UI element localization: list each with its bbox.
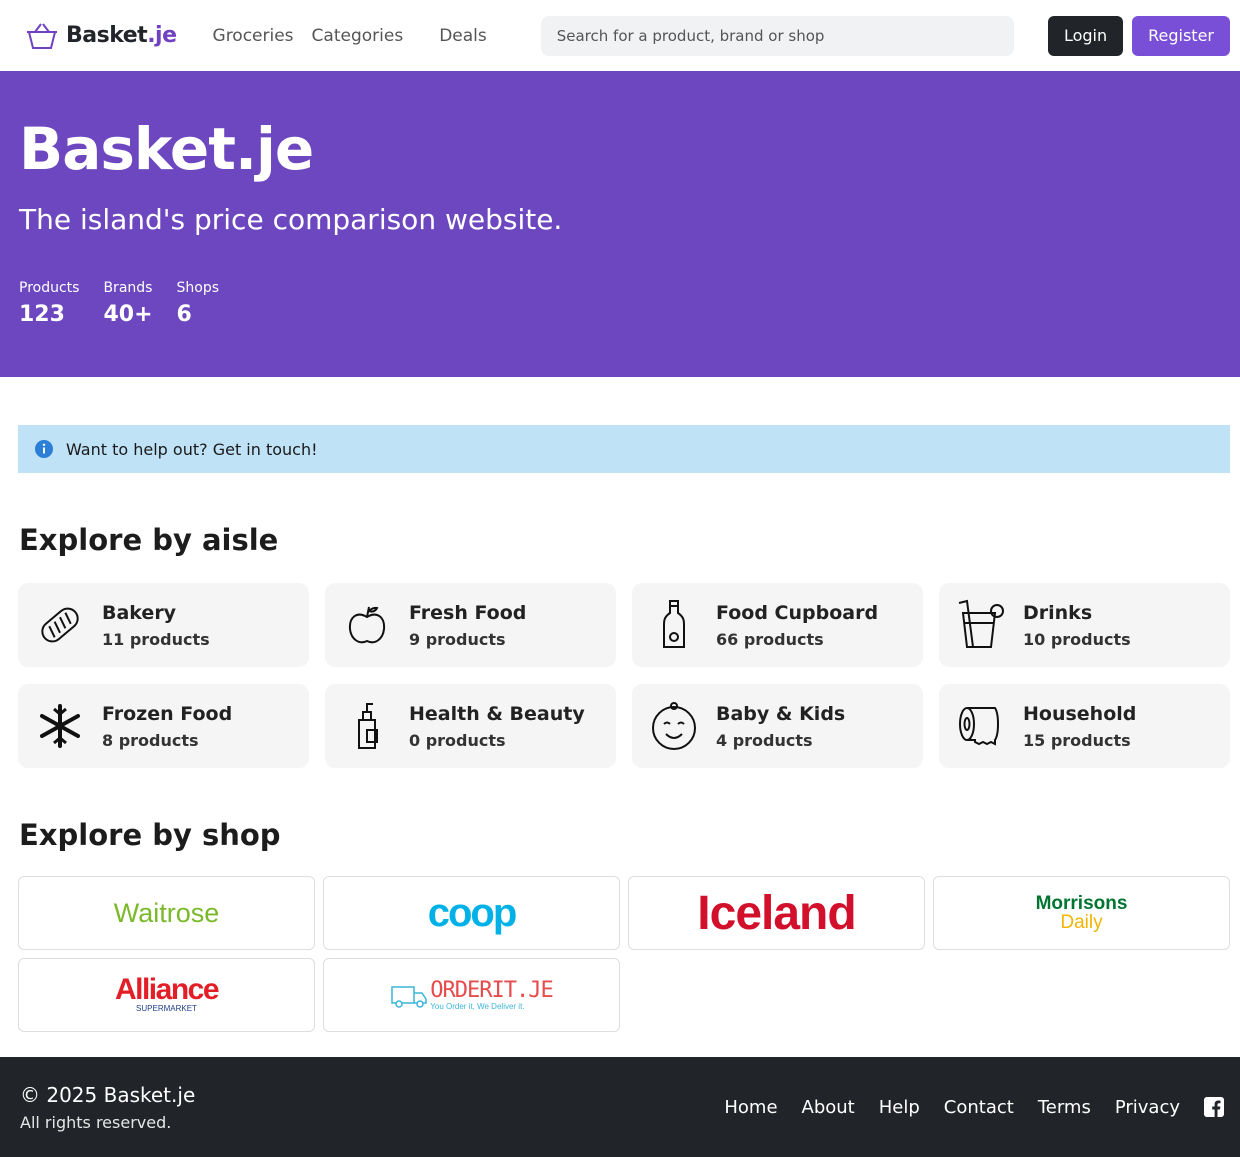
aisle-card-fresh-food[interactable]: Fresh Food 9 products bbox=[325, 583, 616, 667]
navbar: Basket.je Groceries Categories Deals Log… bbox=[0, 0, 1240, 71]
shop-card-coop[interactable]: coop bbox=[323, 876, 620, 950]
bottle-icon bbox=[650, 599, 698, 651]
aisle-count: 4 products bbox=[716, 730, 813, 750]
basket-icon bbox=[27, 22, 57, 49]
morrisons-logo: Morrisons bbox=[1035, 893, 1128, 914]
orderit-logo: ORDERIT.JE bbox=[430, 978, 553, 1003]
footer-link-privacy[interactable]: Privacy bbox=[1115, 1097, 1180, 1118]
info-alert: Want to help out? Get in touch! bbox=[18, 425, 1230, 473]
aisle-card-food-cupboard[interactable]: Food Cupboard 66 products bbox=[632, 583, 923, 667]
coop-logo: coop bbox=[427, 890, 518, 935]
main-nav: Groceries Categories Deals bbox=[213, 26, 505, 46]
brand-logo[interactable]: Basket.je bbox=[26, 22, 177, 50]
footer: © 2025 Basket.je All rights reserved. Ho… bbox=[0, 1057, 1240, 1157]
stat-label: Shops bbox=[176, 280, 220, 296]
nav-groceries[interactable]: Groceries bbox=[213, 26, 294, 46]
aisle-card-baby-kids[interactable]: Baby & Kids 4 products bbox=[632, 684, 923, 768]
aisle-count: 8 products bbox=[102, 730, 199, 750]
shop-card-alliance[interactable]: Alliance SUPERMARKET bbox=[18, 958, 315, 1032]
shop-card-morrisons-daily[interactable]: Morrisons Daily bbox=[933, 876, 1230, 950]
aisle-name: Bakery bbox=[102, 601, 177, 624]
stat-label: Products bbox=[19, 280, 80, 296]
hero-tagline: The island's price comparison website. bbox=[19, 203, 563, 236]
register-button[interactable]: Register bbox=[1132, 15, 1230, 56]
hero-banner: Basket.je The island's price comparison … bbox=[0, 71, 1240, 377]
alliance-logo: Alliance bbox=[114, 973, 220, 1006]
footer-link-about[interactable]: About bbox=[802, 1097, 855, 1118]
morrisons-daily-text: Daily bbox=[1060, 912, 1103, 933]
stat-label: Brands bbox=[103, 280, 153, 296]
nav-deals[interactable]: Deals bbox=[439, 26, 487, 46]
aisle-card-health-beauty[interactable]: Health & Beauty 0 products bbox=[325, 684, 616, 768]
toilet-roll-icon bbox=[957, 700, 1005, 752]
stat-brands: Brands 40+ bbox=[103, 280, 152, 327]
footer-link-contact[interactable]: Contact bbox=[944, 1097, 1014, 1118]
brand-name: Basket.je bbox=[66, 23, 177, 48]
search-input[interactable] bbox=[540, 15, 1014, 56]
aisle-count: 9 products bbox=[409, 629, 506, 649]
shop-grid: Waitrose coop Iceland Morrisons Daily Al… bbox=[18, 876, 1230, 1032]
footer-link-terms[interactable]: Terms bbox=[1038, 1097, 1091, 1118]
iceland-logo: Iceland bbox=[697, 886, 856, 940]
apple-icon bbox=[343, 599, 391, 651]
drink-cup-icon bbox=[957, 599, 1005, 651]
hero-title: Basket.je bbox=[19, 115, 314, 183]
aisle-count: 66 products bbox=[716, 629, 824, 649]
pump-bottle-icon bbox=[343, 700, 391, 752]
shop-card-waitrose[interactable]: Waitrose bbox=[18, 876, 315, 950]
stat-value: 123 bbox=[19, 302, 65, 327]
aisle-count: 10 products bbox=[1023, 629, 1131, 649]
aisle-count: 15 products bbox=[1023, 730, 1131, 750]
footer-rights: All rights reserved. bbox=[20, 1112, 172, 1132]
aisle-section-title: Explore by aisle bbox=[19, 523, 279, 557]
orderit-slogan: You Order it, We Deliver it. bbox=[430, 1002, 525, 1011]
delivery-truck-icon bbox=[391, 986, 428, 1008]
footer-link-home[interactable]: Home bbox=[724, 1097, 777, 1118]
aisle-name: Frozen Food bbox=[102, 702, 233, 725]
facebook-icon[interactable] bbox=[1204, 1097, 1224, 1117]
footer-links: Home About Help Contact Terms Privacy bbox=[724, 1097, 1224, 1118]
baby-face-icon bbox=[650, 700, 698, 752]
aisle-name: Health & Beauty bbox=[409, 702, 585, 725]
aisle-name: Household bbox=[1023, 702, 1137, 725]
alert-text[interactable]: Want to help out? Get in touch! bbox=[66, 440, 318, 459]
info-icon bbox=[35, 440, 53, 458]
stat-value: 6 bbox=[176, 302, 192, 327]
aisle-count: 11 products bbox=[102, 629, 210, 649]
auth-buttons: Login Register bbox=[1047, 15, 1230, 56]
snowflake-icon bbox=[36, 700, 84, 752]
stats: Products 123 Brands 40+ Shops 6 bbox=[19, 280, 1222, 327]
aisle-name: Food Cupboard bbox=[716, 601, 879, 624]
aisle-name: Fresh Food bbox=[409, 601, 527, 624]
waitrose-logo: Waitrose bbox=[113, 897, 220, 928]
stat-products: Products 123 bbox=[19, 280, 79, 327]
footer-copyright: © 2025 Basket.je bbox=[20, 1082, 196, 1107]
login-button[interactable]: Login bbox=[1047, 15, 1124, 56]
stat-shops: Shops 6 bbox=[177, 280, 220, 327]
aisle-card-frozen-food[interactable]: Frozen Food 8 products bbox=[18, 684, 309, 768]
aisle-card-drinks[interactable]: Drinks 10 products bbox=[939, 583, 1230, 667]
nav-categories[interactable]: Categories bbox=[312, 26, 404, 46]
aisle-card-bakery[interactable]: Bakery 11 products bbox=[18, 583, 309, 667]
aisle-count: 0 products bbox=[409, 730, 506, 750]
aisle-card-household[interactable]: Household 15 products bbox=[939, 684, 1230, 768]
aisle-name: Baby & Kids bbox=[716, 702, 846, 725]
shop-card-orderit[interactable]: ORDERIT.JE You Order it, We Deliver it. bbox=[323, 958, 620, 1032]
shop-card-iceland[interactable]: Iceland bbox=[628, 876, 925, 950]
bread-icon bbox=[36, 599, 84, 651]
stat-value: 40+ bbox=[103, 302, 153, 327]
aisle-grid: Bakery 11 products Fresh Food 9 products F… bbox=[18, 583, 1230, 768]
aisle-name: Drinks bbox=[1023, 601, 1093, 624]
footer-copyright-block: © 2025 Basket.je All rights reserved. bbox=[20, 1083, 195, 1132]
shop-section-title: Explore by shop bbox=[19, 818, 281, 852]
footer-link-help[interactable]: Help bbox=[879, 1097, 920, 1118]
